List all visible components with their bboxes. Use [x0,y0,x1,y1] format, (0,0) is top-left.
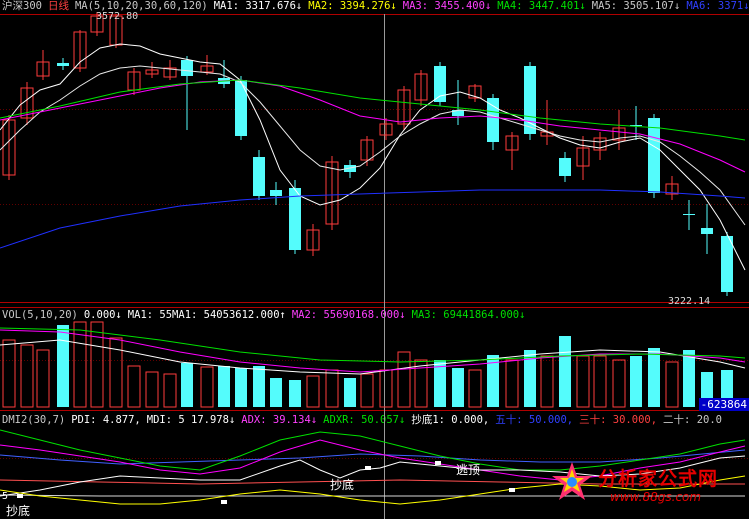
volume-bar-down [181,363,193,407]
volume-bar-up [145,371,159,408]
dmi-signal-marker [365,466,371,470]
dmi-signal-marker [17,494,23,498]
volume-bar-up [20,344,34,408]
taoding-annotation: 逃顶 [456,463,481,477]
volume-bar-down [630,356,642,407]
volume-bar-up [576,355,590,408]
logo-text: 分析家公式网 [598,468,719,490]
logo-url: www.88gs.com [610,490,702,504]
volume-bar-up [593,355,607,408]
volume-bar-up [379,369,393,408]
logo-star-icon [552,462,592,500]
volume-bar-up [127,365,141,408]
dmi-signal-marker [221,500,227,504]
candle-body-down [683,214,695,215]
candle-body-down [648,118,660,193]
volume-bar-down [218,366,230,407]
candle-body-down [270,190,282,196]
dmi-signal-marker [435,461,441,465]
candle-body-down [289,188,301,250]
five-marker: 5 [2,491,9,502]
high-price-label: 3572.80 [96,11,139,22]
volume-bar-up [36,349,50,408]
candle-body-down [559,158,571,176]
volume-bar-down [344,378,356,407]
volume-bar-up [306,375,320,408]
volume-bar-down [648,348,660,407]
volume-bar-up [505,359,519,408]
candle-body-down [721,236,733,292]
low-price-label: 3222.14 [668,296,711,307]
volume-bar-down [452,368,464,407]
candle-body-down [181,60,193,76]
ma5-line [0,189,746,249]
candle-body-down [524,66,536,134]
watermark-logo: 分析家公式网 www.88gs.com [546,456,746,516]
candle-body-down [701,228,713,234]
volume-bar-up [414,359,428,408]
volume-bar-down [253,366,265,407]
volume-bar-up [200,366,214,408]
volume-bar-up [360,373,374,408]
volume-bar-down [57,325,69,407]
dmi-signal-marker [509,488,515,492]
candle-body-down [487,98,499,142]
volume-bar-up [540,355,554,408]
chart-canvas[interactable] [0,0,749,519]
volume-bar-up [163,373,177,408]
volume-value-box: -623864 [698,398,749,411]
volume-bar-down [683,350,695,407]
volume-bar-up [612,359,626,408]
volume-bar-down [559,336,571,407]
candle-body-down [235,80,247,136]
candle-body-down [253,157,265,196]
volume-bar-down [270,378,282,407]
volume-bar-up [2,339,16,408]
volume-bar-up [325,369,339,408]
volume-bar-up [665,361,679,408]
volume-bar-up [468,369,482,408]
volume-bar-down [289,380,301,407]
volume-bar-up [90,321,104,408]
chaodi-left-annotation: 抄底 [6,504,31,518]
chaodi-annotation: 抄底 [330,478,355,492]
volume-bar-down [235,368,247,407]
candle-body-down [57,63,69,66]
